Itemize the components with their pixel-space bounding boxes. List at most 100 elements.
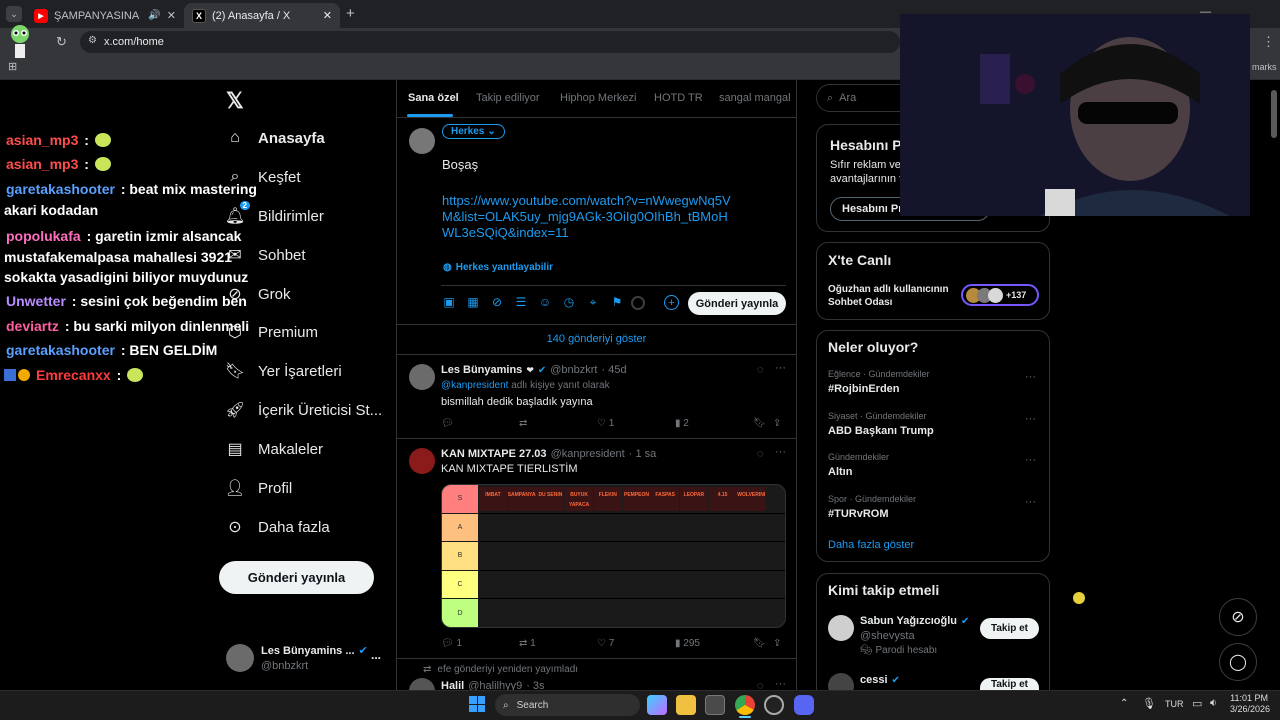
- nav-item-bell[interactable]: 🔔︎ 2 Bildirimler: [225, 201, 324, 230]
- browser-menu-icon[interactable]: ⋮: [1262, 34, 1275, 50]
- volume-icon[interactable]: 🔉︎: [1210, 697, 1217, 710]
- nav-item-premium[interactable]: ⬡ Premium: [226, 318, 318, 346]
- views-icon[interactable]: ▮ 295: [675, 638, 753, 649]
- gif-icon[interactable]: ▦: [465, 295, 481, 310]
- share-icon[interactable]: ⇪: [773, 638, 781, 649]
- show-new-posts[interactable]: 140 gönderiyi göster: [397, 333, 796, 345]
- poll-icon[interactable]: ☰: [513, 295, 529, 310]
- reply-setting[interactable]: ◍ Herkes yanıtlayabilir: [443, 262, 553, 273]
- reply-icon[interactable]: 💬︎: [441, 418, 519, 429]
- clock[interactable]: 11:01 PM 3/26/2026: [1230, 693, 1270, 715]
- nav-item-mail[interactable]: ✉ Sohbet: [226, 241, 305, 269]
- sidebar-post-button[interactable]: Gönderi yayınla: [219, 561, 374, 594]
- page-scrollbar[interactable]: [1271, 90, 1277, 138]
- feed-tab[interactable]: Hiphop Merkezi: [560, 92, 636, 104]
- post-1[interactable]: Les Bünyamins ❤ ✔ @bnbzkrt · 45d ◌ ··· @…: [397, 354, 796, 438]
- feed-tab[interactable]: HOTD TR: [654, 92, 703, 104]
- post-more-icon[interactable]: ···: [775, 678, 786, 690]
- nav-item-search[interactable]: ⌕ Keşfet: [226, 163, 301, 191]
- network-icon[interactable]: ▭: [1192, 697, 1202, 710]
- trend-more-icon[interactable]: ···: [1025, 454, 1036, 466]
- audio-icon[interactable]: 🔊: [148, 10, 160, 21]
- post-more-icon[interactable]: ···: [775, 446, 786, 458]
- flag-icon[interactable]: ⚑: [609, 295, 625, 310]
- browser-tab-youtube[interactable]: ▶ ŞAMPANYASINA (feat. Akı 🔊 ✕: [26, 3, 184, 28]
- trend-name[interactable]: ABD Başkanı Trump: [828, 425, 934, 437]
- apps-grid-icon[interactable]: ⊞: [8, 60, 17, 73]
- trend-more-icon[interactable]: ···: [1025, 413, 1036, 425]
- reply-icon[interactable]: 💬︎ 1: [441, 638, 519, 649]
- bookmark-icon[interactable]: 🔖︎: [753, 638, 773, 649]
- browser-tab-x[interactable]: X (2) Anasayfa / X ✕: [184, 3, 340, 28]
- copilot-icon[interactable]: [647, 695, 667, 715]
- trend-more-icon[interactable]: ···: [1025, 496, 1036, 508]
- messages-floating-button[interactable]: ◯: [1219, 643, 1257, 681]
- nav-item-article[interactable]: ▤ Makaleler: [226, 435, 323, 463]
- repost-icon[interactable]: ⇄ 1: [519, 638, 597, 649]
- follow-button[interactable]: Takip et: [980, 618, 1039, 639]
- start-icon[interactable]: [469, 696, 485, 712]
- audience-selector[interactable]: Herkes ⌄: [442, 124, 505, 139]
- trend-more-icon[interactable]: ···: [1025, 371, 1036, 383]
- file-explorer-icon[interactable]: [676, 695, 696, 715]
- post-2[interactable]: KAN MIXTAPE 27.03 @kanpresident · 1 sa ◌…: [397, 438, 796, 658]
- chrome-icon[interactable]: [735, 695, 755, 715]
- trend-name[interactable]: #RojbinErden: [828, 383, 900, 395]
- mic-icon[interactable]: 🎙︎: [1142, 697, 1156, 710]
- app-icon[interactable]: [764, 695, 784, 715]
- tab-list-button[interactable]: ⌄: [6, 6, 22, 22]
- bookmark-icon[interactable]: 🔖︎: [753, 418, 773, 429]
- trend-name[interactable]: Altın: [828, 466, 852, 478]
- site-info-icon[interactable]: ⚙: [88, 35, 97, 46]
- image-icon[interactable]: ▣: [441, 295, 457, 310]
- like-icon[interactable]: ♡ 1: [597, 418, 675, 429]
- emoji-icon[interactable]: ☺: [537, 295, 553, 310]
- nav-item-more-circle[interactable]: ⊙ Daha fazla: [226, 513, 329, 541]
- nav-item-home[interactable]: ⌂ Anasayfa: [226, 124, 325, 152]
- share-icon[interactable]: ⇪: [773, 418, 781, 429]
- grok-icon[interactable]: ◌: [757, 448, 764, 460]
- live-listeners[interactable]: +137: [961, 284, 1039, 306]
- grok-floating-button[interactable]: ⊘: [1219, 598, 1257, 636]
- tier-item: FASPAS: [651, 487, 680, 511]
- nav-item-rocket[interactable]: 🚀︎ İçerik Üreticisi St...: [225, 396, 382, 424]
- composer-post-button[interactable]: Gönderi yayınla: [688, 292, 786, 315]
- composer-link[interactable]: https://www.youtube.com/watch?v=nWwegwNq…: [442, 193, 732, 241]
- add-post-icon[interactable]: +: [664, 295, 679, 310]
- schedule-icon[interactable]: ◷: [561, 295, 577, 310]
- language-indicator[interactable]: TUR: [1165, 699, 1184, 709]
- nav-item-grok[interactable]: ⊘ Grok: [226, 280, 290, 308]
- feed-tab[interactable]: sangal mangal: [719, 92, 791, 104]
- close-tab-icon[interactable]: ✕: [167, 9, 176, 22]
- post-more-icon[interactable]: ···: [775, 362, 786, 374]
- close-tab-icon[interactable]: ✕: [323, 9, 332, 22]
- reload-icon[interactable]: ↻: [56, 34, 67, 50]
- composer-text[interactable]: Boşaş: [442, 157, 478, 172]
- like-icon[interactable]: ♡ 7: [597, 638, 675, 649]
- nav-item-bookmark[interactable]: 🔖︎ Yer İşaretleri: [225, 357, 342, 385]
- taskbar-search[interactable]: ⌕ Search: [495, 694, 640, 716]
- all-bookmarks-label[interactable]: marks: [1252, 62, 1277, 72]
- address-bar[interactable]: ⚙ x.com/home: [80, 31, 900, 53]
- trend-name[interactable]: #TURvROM: [828, 508, 889, 520]
- x-logo[interactable]: 𝕏: [226, 88, 244, 114]
- nav-item-person[interactable]: 👤︎ Profil: [225, 474, 292, 502]
- grok-icon[interactable]: ⊘: [489, 295, 505, 310]
- grok-icon[interactable]: ◌: [757, 680, 764, 690]
- account-switcher[interactable]: Les Bünyamins ... ✔ @bnbzkrt ...: [226, 642, 386, 676]
- post-3[interactable]: ⇄ efe gönderiyi yeniden yayımladı Halil @…: [397, 658, 796, 690]
- account-more-icon[interactable]: ...: [371, 648, 381, 662]
- feed-tab[interactable]: Sana özel: [408, 92, 459, 104]
- repost-icon[interactable]: ⇄: [519, 418, 597, 429]
- discord-icon[interactable]: [794, 695, 814, 715]
- trends-show-more[interactable]: Daha fazla göster: [828, 539, 914, 551]
- new-tab-button[interactable]: +: [346, 5, 355, 22]
- views-icon[interactable]: ▮ 2: [675, 418, 753, 429]
- live-space[interactable]: Oğuzhan adlı kullanıcının Sohbet Odası: [828, 283, 949, 309]
- tierlist-image[interactable]: SABCD IMBATSAMPANYASINADU SENINBUYUK YAPA…: [441, 484, 786, 628]
- tray-chevron-icon[interactable]: ⌃: [1120, 698, 1128, 709]
- grok-icon[interactable]: ◌: [757, 364, 764, 376]
- store-icon[interactable]: [705, 695, 725, 715]
- feed-tab[interactable]: Takip ediliyor: [476, 92, 540, 104]
- location-icon[interactable]: ⌖: [585, 295, 601, 310]
